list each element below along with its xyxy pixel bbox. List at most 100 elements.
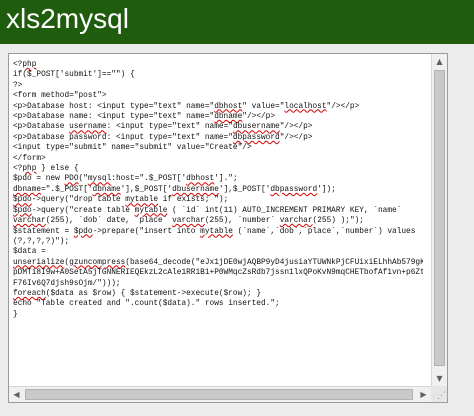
code-line: foreach($data as $row) { $statement->exe… <box>13 290 261 298</box>
spellcheck-word: dbname <box>92 185 121 194</box>
code-text: <p>Database host: <input type="text" nam… <box>13 102 215 111</box>
arrow-left-icon[interactable]: ◀ <box>9 387 24 402</box>
page-title: xls2mysql <box>6 3 129 34</box>
spellcheck-word: varchar <box>279 217 313 226</box>
spellcheck-word: $pdo <box>73 227 93 236</box>
vertical-scroll-thumb[interactable] <box>434 70 445 366</box>
code-text: if($_POST['submit']=="") { <box>13 71 135 80</box>
vertical-scrollbar[interactable]: ▲ ▼ <box>431 54 447 386</box>
code-line: <p>Database host: <input type="text" nam… <box>13 103 359 111</box>
code-text: (`name`,`dob`,`place`,`number`) values <box>232 227 416 236</box>
code-text: </form> <box>13 154 46 163</box>
code-text: '],$_POST[' <box>218 185 271 194</box>
header-bar: xls2mysql <box>0 0 474 44</box>
code-text: ']); <box>317 185 336 194</box>
code-line: <?php } else { <box>13 165 79 173</box>
spellcheck-word: dbpassword <box>232 133 280 142</box>
code-line: F76Iv6Q7djsh9sOjm/"))); <box>13 280 121 288</box>
horizontal-scrollbar[interactable]: ◀ ▶ <box>9 386 431 402</box>
code-line: <p>Database username: <input type="text"… <box>13 123 313 131</box>
code-text: ($data as $row) { $statement->execute($r… <box>45 289 261 298</box>
code-text: <? <box>13 165 23 174</box>
code-text: ?> <box>13 81 23 90</box>
code-line: </form> <box>13 155 46 163</box>
code-text: } else { <box>36 165 79 174</box>
code-line: pDMTi8I9w+A0SetA5jTGNNERIEQEkzL2cAle1RR1… <box>13 269 423 277</box>
code-text: <p>Database name: <input type="text" nam… <box>13 113 215 122</box>
code-line: echo "Table created and ".count($data)."… <box>13 300 280 308</box>
code-line: (?,?,?,?)"); <box>13 238 69 246</box>
code-text: echo "Table created and ".count($data)."… <box>13 300 280 309</box>
spellcheck-word: varchar <box>13 217 46 226</box>
code-text: ( `id` int(11) AUTO_INCREMENT PRIMARY KE… <box>167 206 402 215</box>
spellcheck-word: dbname <box>13 185 42 194</box>
code-line: varchar(255), `dob` date, `place` varcha… <box>13 217 364 225</box>
code-text: =".$_POST[' <box>41 185 93 194</box>
spellcheck-word: foreach <box>13 289 46 298</box>
spellcheck-word: localhost <box>284 102 327 111</box>
spellcheck-word: mytable <box>125 196 159 205</box>
code-line: <p>Database name: <input type="text" nam… <box>13 113 275 121</box>
spellcheck-word: $pdo <box>13 196 32 205</box>
spellcheck-word: dbusername <box>232 123 280 132</box>
code-content[interactable]: <?php if($_POST['submit']=="") { ?> <for… <box>13 60 423 378</box>
code-text: ->query("create table <box>31 206 135 215</box>
arrow-right-icon[interactable]: ▶ <box>416 387 431 402</box>
spellcheck-word: dbhost <box>186 175 215 184</box>
arrow-down-icon[interactable]: ▼ <box>432 371 447 386</box>
spellcheck-word: dbusername <box>172 185 219 194</box>
code-text: F76Iv6Q7djsh9sOjm/"))); <box>13 279 121 288</box>
spellcheck-word: varchar <box>172 217 205 226</box>
code-text: $pdo = new <box>13 175 65 184</box>
code-line: unserialize(gzuncompress(base64_decode("… <box>13 259 423 267</box>
code-line: <input type="submit" name="submit" value… <box>13 144 252 152</box>
spellcheck-word: dbpassword <box>270 185 318 194</box>
code-line: $pdo->query("drop table mytable if exist… <box>13 196 228 204</box>
code-text: if exists; "); <box>158 196 229 205</box>
code-text: pDMTi8I9w+A0SetA5jTGNNERIEQEkzL2cAle1RR1… <box>13 269 423 278</box>
code-text: <p>Database password: <input type="text"… <box>13 133 233 142</box>
code-line: ?> <box>13 82 22 90</box>
code-text: (?,?,?,?)"); <box>13 237 70 246</box>
code-textarea[interactable]: <?php if($_POST['submit']=="") { ?> <for… <box>8 53 448 403</box>
code-text: <p>Database <box>13 123 70 132</box>
spellcheck-word: dbname <box>214 113 243 122</box>
spellcheck-word: mysql <box>87 175 112 184</box>
code-text: (base64_decode("eJx1jDE0wjAQBP9yD4jusiaY… <box>125 258 423 267</box>
code-text: (" <box>78 175 88 184</box>
code-text: $data = <box>13 248 46 257</box>
code-text: "/></p> <box>279 133 313 142</box>
code-text: (255), `dob` date, `place` <box>45 217 173 226</box>
code-line: } <box>13 311 18 319</box>
code-text: "/></p> <box>279 123 313 132</box>
horizontal-scroll-thumb[interactable] <box>25 389 413 400</box>
code-text: : <input type="text" name=" <box>106 123 233 132</box>
code-text: <? <box>13 61 23 69</box>
code-text: } <box>13 310 18 319</box>
spellcheck-word: php <box>22 61 37 69</box>
code-line: <?php <box>13 61 36 69</box>
code-line: $statement = $pdo->prepare("insert into … <box>13 228 415 236</box>
spellcheck-word: username <box>69 123 107 132</box>
code-text: (255), `number` <box>204 217 280 226</box>
spellcheck-word: gzuncompress <box>69 258 126 267</box>
arrow-up-icon[interactable]: ▲ <box>432 54 447 69</box>
code-text: ->prepare("insert into <box>92 227 201 236</box>
code-text: "/></p> <box>326 102 360 111</box>
code-text: $statement = <box>13 227 74 236</box>
code-line: <form method="post"> <box>13 92 107 100</box>
code-text: '],$_POST[' <box>120 185 173 194</box>
code-text: " value=" <box>242 102 285 111</box>
code-line: if($_POST['submit']=="") { <box>13 71 135 79</box>
spellcheck-word: php <box>22 165 37 174</box>
code-line: $pdo->query("create table mytable ( `id`… <box>13 207 401 215</box>
code-line: $pdo = new PDO("mysql:host=".$_POST['dbh… <box>13 175 238 183</box>
spellcheck-word: unserialize <box>13 258 65 267</box>
code-text: ->query("drop table <box>31 196 126 205</box>
code-line: $data = <box>13 248 46 256</box>
spellcheck-word: PDO <box>64 175 79 184</box>
resize-grip-icon[interactable]: ⋰ <box>437 391 446 401</box>
spellcheck-word: dbhost <box>214 102 243 111</box>
spellcheck-word: mytable <box>200 227 233 236</box>
scroll-corner: ⋰ <box>431 386 447 402</box>
